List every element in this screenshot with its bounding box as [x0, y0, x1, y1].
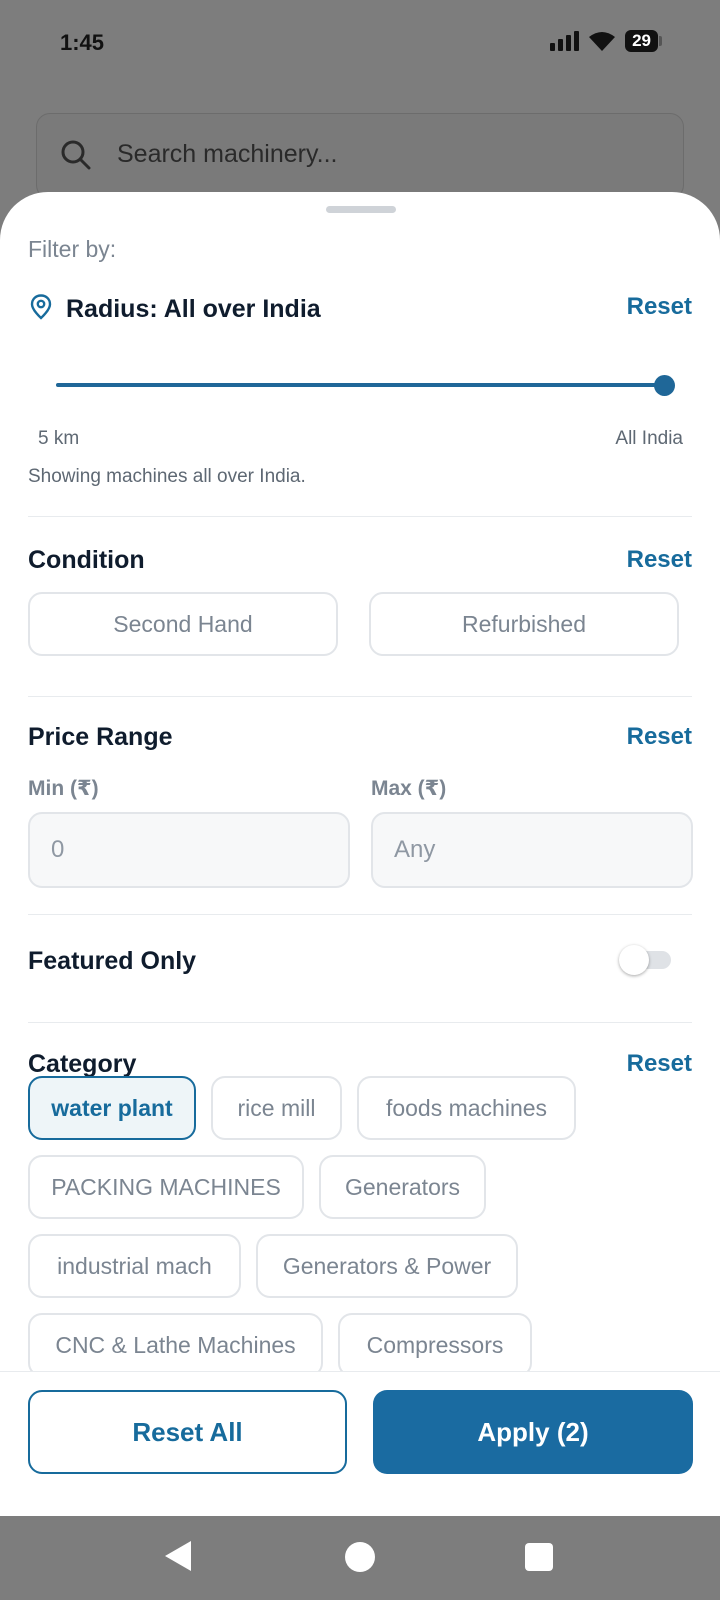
condition-title: Condition [28, 546, 145, 574]
category-chip-foods-machines[interactable]: foods machines [357, 1076, 576, 1140]
condition-refurbished-button[interactable]: Refurbished [369, 592, 679, 656]
category-chip-generators-power[interactable]: Generators & Power [256, 1234, 518, 1298]
filter-heading: Filter by: [28, 236, 117, 262]
divider [28, 914, 692, 915]
divider [28, 516, 692, 517]
price-max-label: Max (₹) [371, 777, 447, 800]
filter-sheet: Filter by: Radius: All over India Reset … [0, 192, 720, 1516]
price-min-input[interactable]: 0 [28, 812, 350, 888]
price-max-input[interactable]: Any [371, 812, 693, 888]
radius-min-label: 5 km [38, 428, 80, 449]
battery-icon: 29 [625, 30, 662, 52]
category-chip-water-plant[interactable]: water plant [28, 1076, 196, 1140]
featured-only-toggle[interactable] [619, 945, 673, 975]
status-bar: 1:45 29 [0, 0, 720, 90]
system-nav-bar [0, 1516, 720, 1600]
radius-max-label: All India [615, 428, 683, 449]
category-title: Category [28, 1050, 137, 1078]
condition-second-hand-button[interactable]: Second Hand [28, 592, 338, 656]
category-chip-rice-mill[interactable]: rice mill [211, 1076, 342, 1140]
featured-only-title: Featured Only [28, 947, 197, 975]
home-icon[interactable] [345, 1542, 375, 1572]
price-reset-link[interactable]: Reset [627, 723, 692, 751]
search-bar: Search machinery... [36, 113, 684, 199]
category-chip-generators[interactable]: Generators [319, 1155, 486, 1219]
radius-slider-track[interactable] [56, 383, 664, 387]
radius-slider-thumb[interactable] [654, 375, 675, 396]
recents-icon[interactable] [525, 1543, 553, 1571]
apply-button[interactable]: Apply (2) [373, 1390, 693, 1474]
reset-all-button[interactable]: Reset All [28, 1390, 347, 1474]
status-time: 1:45 [60, 30, 105, 55]
category-chip-industrial-mach[interactable]: industrial mach [28, 1234, 241, 1298]
divider [28, 1022, 692, 1023]
location-pin-icon [30, 294, 52, 320]
condition-reset-link[interactable]: Reset [627, 546, 692, 574]
category-chip-compressors[interactable]: Compressors [338, 1313, 532, 1377]
category-chip-packing-machines[interactable]: PACKING MACHINES [28, 1155, 304, 1219]
divider [28, 696, 692, 697]
category-reset-link[interactable]: Reset [627, 1050, 692, 1078]
back-icon[interactable] [165, 1541, 191, 1571]
search-placeholder: Search machinery... [117, 140, 338, 168]
price-range-title: Price Range [28, 723, 173, 751]
signal-icon [550, 31, 580, 51]
search-icon [61, 140, 91, 170]
filter-footer: Reset All Apply (2) [0, 1371, 720, 1516]
radius-reset-link[interactable]: Reset [627, 293, 692, 321]
battery-level: 29 [625, 30, 658, 52]
price-min-label: Min (₹) [28, 777, 99, 800]
radius-title: Radius: All over India [66, 295, 321, 323]
radius-description: Showing machines all over India. [28, 466, 306, 487]
drag-handle[interactable] [326, 206, 396, 213]
status-icons: 29 [550, 30, 662, 52]
category-chip-cnc-lathe[interactable]: CNC & Lathe Machines [28, 1313, 323, 1377]
wifi-icon [589, 32, 616, 51]
